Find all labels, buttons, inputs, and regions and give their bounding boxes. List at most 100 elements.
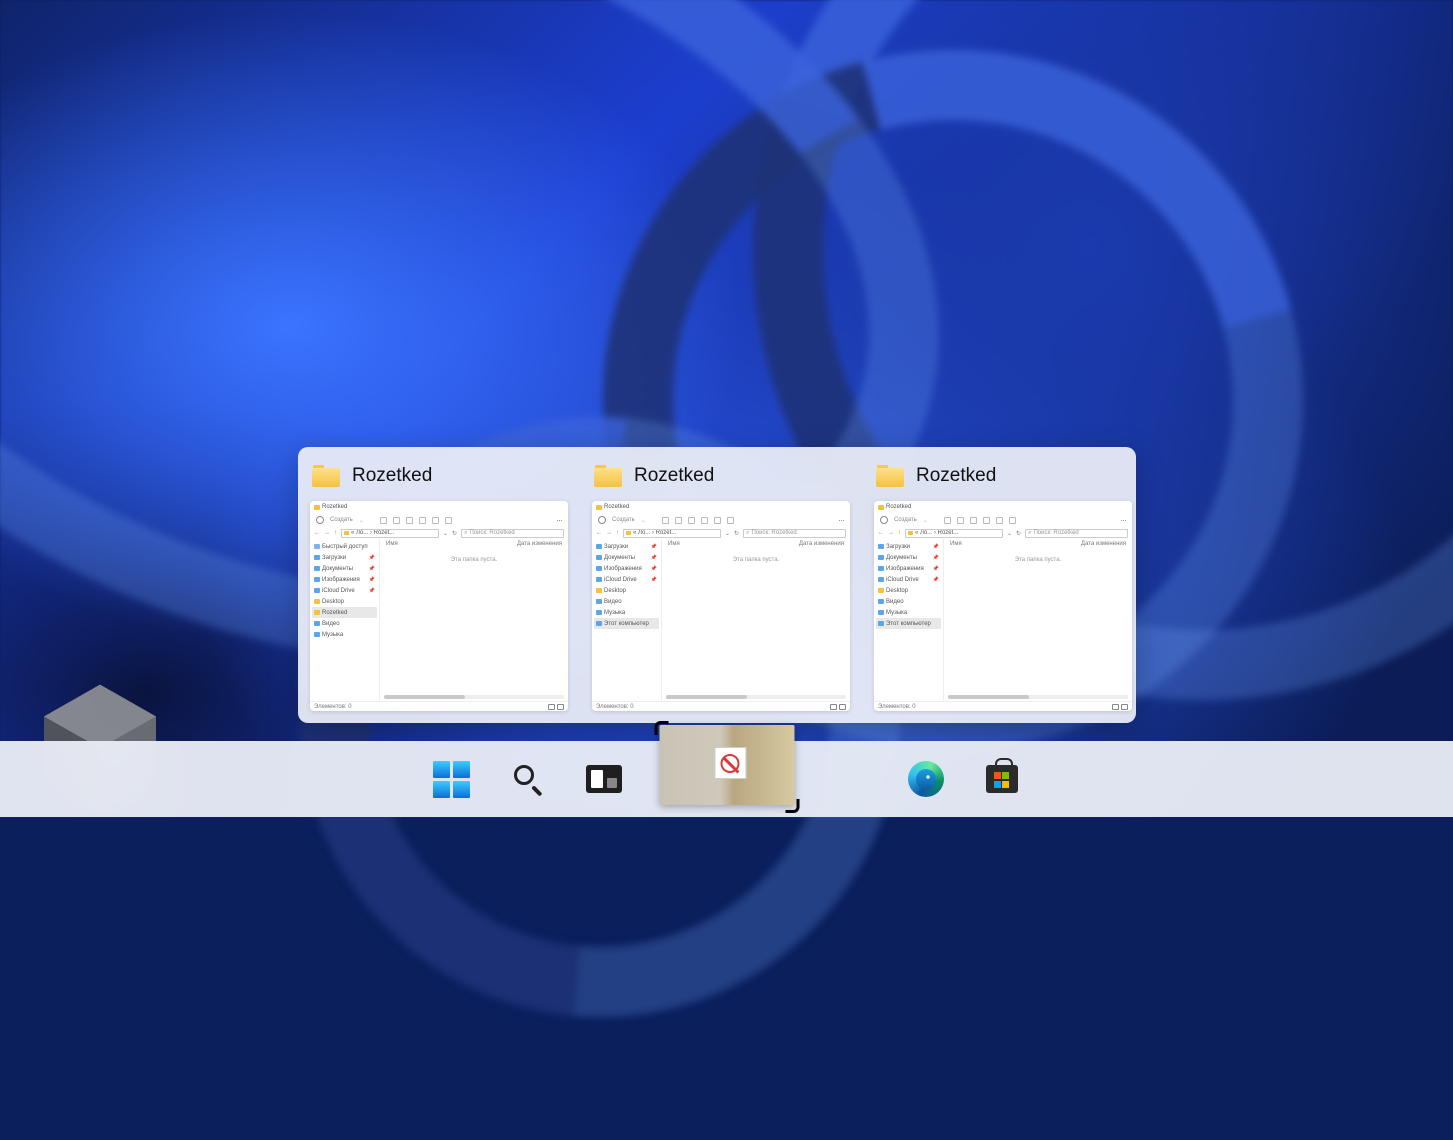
- rename-icon: [701, 517, 708, 524]
- window-thumbnail[interactable]: Rozetked Создать ⌄ ← → ↑ « Ло... › Rozet…: [592, 501, 850, 711]
- sidebar-item: Музыка: [594, 607, 659, 618]
- col-date: Дата изменения: [1081, 541, 1126, 547]
- edge-button[interactable]: [905, 758, 947, 800]
- taskview-window-card[interactable]: RozetkedRozetked Создать ⌄ ← → ↑ « Ло...…: [310, 459, 568, 711]
- explorer-button[interactable]: [811, 758, 871, 800]
- sidebar-item: iCloud Drive📌: [876, 574, 941, 585]
- delete-icon: [727, 517, 734, 524]
- h-scrollbar: [948, 695, 1128, 699]
- sidebar-item-label: Загрузки: [322, 555, 346, 561]
- thumb-titlebar: Rozetked: [592, 501, 850, 513]
- thumb-body: Быстрый доступЗагрузки📌Документы📌Изображ…: [310, 539, 568, 701]
- more-icon: [838, 517, 844, 523]
- window-thumbnail[interactable]: Rozetked Создать ⌄ ← → ↑ « Ло... › Rozet…: [310, 501, 568, 711]
- drive-icon: [314, 577, 320, 582]
- up-icon: ↑: [334, 530, 337, 536]
- sidebar-item: Видео: [312, 618, 377, 629]
- taskview-card-title: Rozetked: [916, 465, 996, 487]
- sidebar-item: Музыка: [312, 629, 377, 640]
- store-button[interactable]: [981, 758, 1023, 800]
- drive-icon: [878, 566, 884, 571]
- taskview-window-card[interactable]: RozetkedRozetked Создать ⌄ ← → ↑ « Ло...…: [874, 459, 1132, 711]
- search-icon: ⌕: [1028, 530, 1031, 537]
- new-icon: [880, 516, 888, 524]
- sidebar-item: Документы📌: [594, 552, 659, 563]
- start-button[interactable]: [431, 758, 473, 800]
- col-name: Имя: [950, 541, 962, 547]
- thumb-titlebar: Rozetked: [874, 501, 1132, 513]
- drive-icon: [314, 555, 320, 560]
- drive-icon: [314, 566, 320, 571]
- sidebar-item: Rozetked: [312, 607, 377, 618]
- breadcrumb: « Ло... › Rozet...: [623, 529, 721, 538]
- thumb-body: Загрузки 📌 Документы📌 Изображения 📌 iCloud Dr…: [592, 539, 850, 701]
- tiles-view-icon: [839, 704, 846, 710]
- sidebar-item: Загрузки 📌: [594, 541, 659, 552]
- details-view-icon: [548, 704, 555, 710]
- thumb-tab-title: Rozetked: [322, 504, 347, 510]
- h-scrollbar: [666, 695, 846, 699]
- col-date: Дата изменения: [517, 541, 562, 547]
- back-icon: ←: [596, 530, 602, 536]
- view-toggle: [830, 704, 846, 710]
- sidebar-item: Desktop: [876, 585, 941, 596]
- forward-icon: →: [606, 530, 612, 536]
- taskview-window-card[interactable]: RozetkedRozetked Создать ⌄ ← → ↑ « Ло...…: [592, 459, 850, 711]
- sidebar-item: iCloud Drive📌: [594, 574, 659, 585]
- pin-icon: 📌: [369, 566, 375, 572]
- search-button[interactable]: [507, 758, 549, 800]
- drive-icon: [596, 621, 602, 626]
- thumb-search: ⌕Поиск: Rozetked: [743, 529, 846, 538]
- delete-icon: [1009, 517, 1016, 524]
- back-icon: ←: [314, 530, 320, 536]
- drive-icon: [314, 588, 320, 593]
- folder-icon: [314, 505, 320, 510]
- h-scrollbar: [384, 695, 564, 699]
- view-toggle: [548, 704, 564, 710]
- sidebar-item-label: Изображения: [604, 566, 642, 572]
- taskview-card-title: Rozetked: [634, 465, 714, 487]
- drive-icon: [878, 577, 884, 582]
- refresh-icon: ↻: [452, 530, 457, 537]
- pin-icon: 📌: [651, 566, 657, 572]
- sidebar-item: Документы📌: [876, 552, 941, 563]
- sidebar-item-label: Изображения: [886, 566, 924, 572]
- drive-icon: [878, 610, 884, 615]
- drive-icon: [596, 610, 602, 615]
- thumb-titlebar: Rozetked: [310, 501, 568, 513]
- preview-focus-frame: [654, 721, 799, 809]
- rename-icon: [419, 517, 426, 524]
- item-count: Элементов: 0: [314, 704, 352, 710]
- breadcrumb: « Ло... › Rozet...: [905, 529, 1003, 538]
- sidebar-item-label: Загрузки: [604, 544, 628, 550]
- item-count: Элементов: 0: [878, 704, 916, 710]
- cut-icon: [380, 517, 387, 524]
- pin-icon: 📌: [651, 544, 657, 550]
- paste-icon: [406, 517, 413, 524]
- thumb-body: Загрузки📌Документы📌Изображения📌iCloud Dr…: [874, 539, 1132, 701]
- pin-icon: 📌: [933, 566, 939, 572]
- sidebar-item-label: Документы: [322, 566, 353, 572]
- dropdown-icon: ⌄: [1007, 530, 1012, 537]
- sidebar-item-label: Музыка: [322, 632, 343, 638]
- sidebar-item-label: iCloud Drive: [322, 588, 355, 594]
- thumb-content: ИмяДата изменения Эта папка пуста.: [380, 539, 568, 701]
- forward-icon: →: [324, 530, 330, 536]
- sidebar-item-label: Загрузки: [886, 544, 910, 550]
- window-thumbnail[interactable]: Rozetked Создать ⌄ ← → ↑ « Ло... › Rozet…: [874, 501, 1132, 711]
- sidebar-item-label: Изображения: [322, 577, 360, 583]
- thumb-sidebar: Загрузки📌Документы📌Изображения📌iCloud Dr…: [874, 539, 944, 701]
- sidebar-item: Этот компьютер: [594, 618, 659, 629]
- thumb-addressbar: ← → ↑ « Ло... › Rozet... ⌄ ↻ ⌕Поиск: Roz…: [592, 527, 850, 539]
- pin-icon: 📌: [933, 555, 939, 561]
- folder-icon: [594, 465, 622, 487]
- sidebar-item: Видео: [876, 596, 941, 607]
- sidebar-item-label: Видео: [322, 621, 340, 627]
- windows-logo-icon: [433, 761, 470, 798]
- new-button-label: Создать: [894, 517, 917, 523]
- paste-icon: [688, 517, 695, 524]
- taskview-button[interactable]: [583, 758, 625, 800]
- new-icon: [598, 516, 606, 524]
- share-icon: [996, 517, 1003, 524]
- drive-icon: [314, 621, 320, 626]
